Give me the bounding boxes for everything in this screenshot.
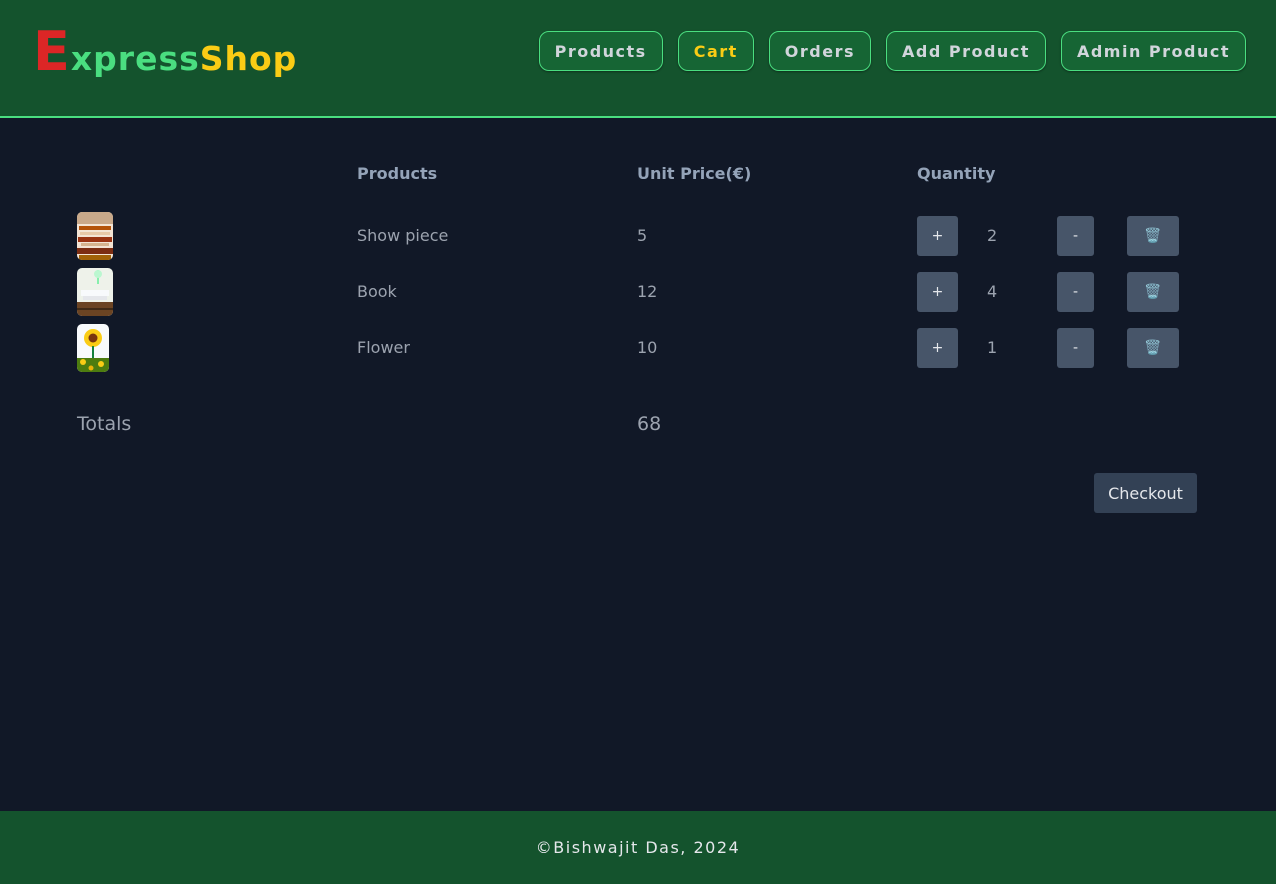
product-name: Book <box>357 282 397 301</box>
delete-button[interactable]: 🗑️ <box>1127 328 1179 368</box>
product-name: Show piece <box>357 226 449 245</box>
checkout-button[interactable]: Checkout <box>1094 473 1197 513</box>
nav-orders-button[interactable]: Orders <box>768 31 871 71</box>
trash-icon: 🗑️ <box>1144 284 1162 300</box>
nav-cart-button[interactable]: Cart <box>677 31 754 71</box>
increment-button[interactable]: + <box>917 216 958 256</box>
delete-button[interactable]: 🗑️ <box>1127 272 1179 312</box>
trash-icon: 🗑️ <box>1144 228 1162 244</box>
increment-button[interactable]: + <box>917 328 958 368</box>
column-header-quantity: Quantity <box>917 164 996 183</box>
product-price: 10 <box>637 338 658 357</box>
book-image <box>77 268 113 316</box>
logo-express: xpress <box>70 39 200 78</box>
site-footer: ©Bishwajit Das, 2024 <box>0 811 1276 884</box>
column-header-unit-price: Unit Price(€) <box>637 164 752 183</box>
product-price: 12 <box>637 282 658 301</box>
trash-icon: 🗑️ <box>1144 340 1162 356</box>
decrement-button[interactable]: - <box>1057 272 1094 312</box>
site-header: E xpress Shop Products Cart Orders Add P… <box>0 0 1276 118</box>
footer-copyright: ©Bishwajit Das, 2024 <box>535 838 741 857</box>
nav-products-button[interactable]: Products <box>538 31 663 71</box>
quantity-value: 2 <box>987 226 998 245</box>
decrement-button[interactable]: - <box>1057 328 1094 368</box>
quantity-value: 4 <box>987 282 998 301</box>
logo-shop: Shop <box>199 39 298 78</box>
product-name: Flower <box>357 338 410 357</box>
brand-logo[interactable]: E xpress Shop <box>33 24 297 80</box>
product-price: 5 <box>637 226 648 245</box>
cart-row: Book 12 + 4 - 🗑️ <box>77 268 1197 316</box>
cart-row: Flower 10 + 1 - 🗑️ <box>77 324 1197 372</box>
cart-row: Show piece 5 + 2 - 🗑️ <box>77 212 1197 260</box>
nav-admin-product-button[interactable]: Admin Product <box>1060 31 1246 71</box>
totals-value: 68 <box>637 413 662 435</box>
main-nav: Products Cart Orders Add Product Admin P… <box>538 31 1246 71</box>
totals-label: Totals <box>77 413 132 435</box>
nav-add-product-button[interactable]: Add Product <box>886 31 1046 71</box>
delete-button[interactable]: 🗑️ <box>1127 216 1179 256</box>
show-piece-image <box>77 212 113 260</box>
column-header-products: Products <box>357 164 438 183</box>
increment-button[interactable]: + <box>917 272 958 312</box>
quantity-value: 1 <box>987 338 998 357</box>
sunflower-image <box>77 324 109 372</box>
logo-letter-e: E <box>33 20 71 83</box>
decrement-button[interactable]: - <box>1057 216 1094 256</box>
